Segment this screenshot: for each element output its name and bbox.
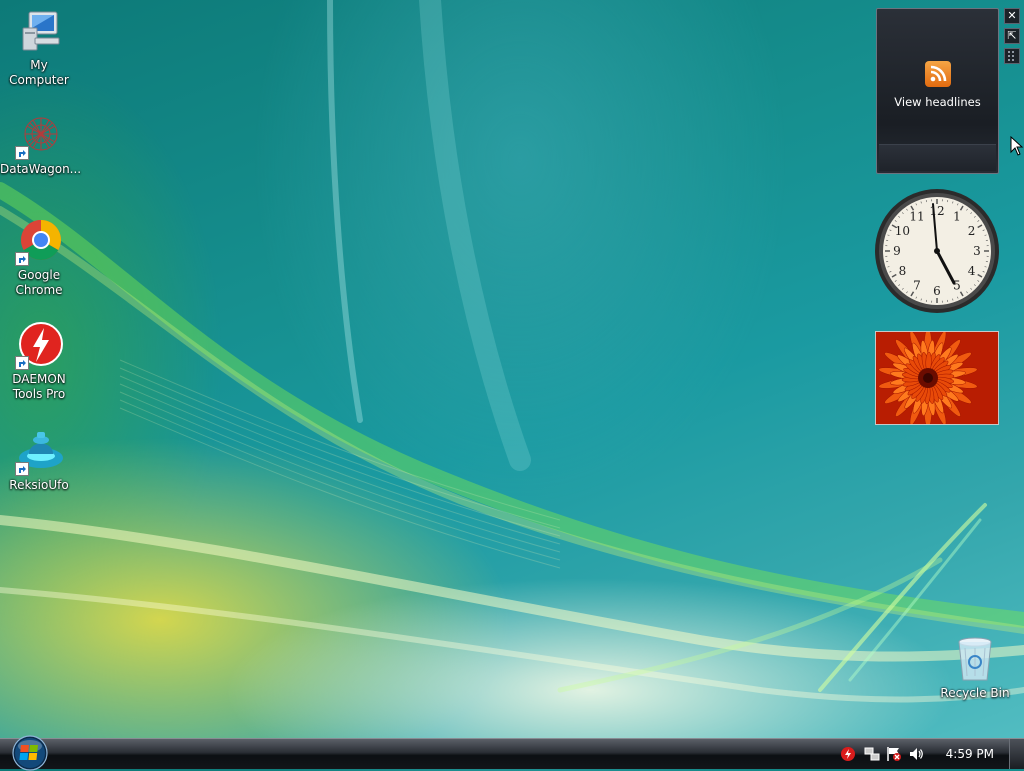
desktop-icon-my-computer[interactable]: My Computer xyxy=(0,8,78,88)
start-button[interactable] xyxy=(9,735,51,771)
feed-headlines-gadget[interactable]: View headlines xyxy=(876,8,999,174)
volume-icon[interactable] xyxy=(908,746,924,762)
clock-numeral: 10 xyxy=(895,224,910,238)
desktop-icon-recycle-bin[interactable]: Recycle Bin xyxy=(936,636,1014,701)
rss-icon xyxy=(925,61,951,87)
datawagon-icon xyxy=(15,112,63,160)
clock-numeral: 7 xyxy=(913,279,921,293)
clock-numeral: 12 xyxy=(929,204,944,218)
clock-numeral: 1 xyxy=(953,209,961,223)
feed-gadget-footer xyxy=(879,144,996,171)
desktop-icon-reksioufo[interactable]: ReksioUfo xyxy=(0,428,78,493)
network-icon[interactable] xyxy=(864,746,880,762)
shortcut-arrow-icon xyxy=(15,146,29,160)
clock-numeral: 8 xyxy=(899,264,907,278)
system-tray: 4:59 PM xyxy=(834,739,1024,769)
desktop-wallpaper xyxy=(0,0,1024,768)
show-desktop-button[interactable] xyxy=(1009,739,1024,769)
desktop-icon-label: ReksioUfo xyxy=(0,478,78,493)
taskbar-clock[interactable]: 4:59 PM xyxy=(946,747,994,761)
close-icon[interactable]: ✕ xyxy=(1004,8,1020,24)
my-computer-icon xyxy=(15,8,63,56)
orange-flower-photo xyxy=(876,332,999,425)
clock-numeral: 9 xyxy=(893,244,901,258)
mouse-cursor-icon xyxy=(1010,136,1024,156)
desktop-icon-label: DAEMON Tools Pro xyxy=(9,372,69,402)
taskbar: 4:59 PM xyxy=(0,738,1024,769)
daemon-tools-icon xyxy=(15,322,63,370)
desktop-icon-label: DataWagon... xyxy=(0,162,78,177)
desktop-icon-google-chrome[interactable]: Google Chrome xyxy=(0,218,78,298)
desktop-icon-datawagon[interactable]: DataWagon... xyxy=(0,112,78,177)
shortcut-arrow-icon xyxy=(15,356,29,370)
action-center-flag-icon[interactable] xyxy=(886,746,902,762)
clock-gadget[interactable]: 121234567891011 xyxy=(874,188,1000,314)
desktop-icon-label: Google Chrome xyxy=(14,268,64,298)
slideshow-gadget[interactable] xyxy=(875,331,999,425)
clock-numeral: 6 xyxy=(933,284,941,298)
chrome-icon xyxy=(15,218,63,266)
drag-handle-icon[interactable] xyxy=(1004,48,1020,64)
recycle-bin-icon xyxy=(951,636,999,684)
shortcut-arrow-icon xyxy=(15,252,29,266)
clock-numeral: 11 xyxy=(909,209,924,223)
clock-numeral: 4 xyxy=(968,264,976,278)
desktop-icon-daemon-tools[interactable]: DAEMON Tools Pro xyxy=(0,322,78,402)
reksioufo-icon xyxy=(15,428,63,476)
shortcut-arrow-icon xyxy=(15,462,29,476)
gadget-options-icon[interactable]: ⇱ xyxy=(1004,28,1020,44)
clock-numeral: 2 xyxy=(968,224,976,238)
clock-numeral: 3 xyxy=(973,244,981,258)
desktop-icon-label: Recycle Bin xyxy=(936,686,1014,701)
antivirus-icon[interactable] xyxy=(840,746,856,762)
view-headlines-link[interactable]: View headlines xyxy=(877,95,998,109)
desktop-icon-label: My Computer xyxy=(0,58,78,88)
